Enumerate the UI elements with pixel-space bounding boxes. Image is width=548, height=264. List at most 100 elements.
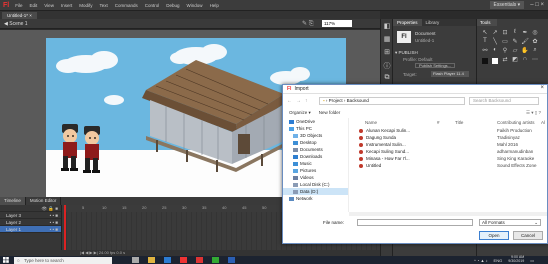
pencil-tool-icon[interactable]: ✎: [510, 38, 520, 45]
fill-color-icon[interactable]: [492, 58, 498, 64]
nav-item-documents[interactable]: Documents: [283, 146, 348, 153]
tray-icons[interactable]: ^ ◔ ▲ ♪: [474, 258, 488, 263]
open-button[interactable]: Open: [479, 231, 509, 240]
horizontal-scrollbar[interactable]: [349, 212, 547, 216]
forward-icon[interactable]: →: [296, 98, 301, 104]
flash-taskbar-icon[interactable]: [196, 257, 203, 263]
nav-item-data-drive[interactable]: Data (D:): [283, 188, 348, 195]
options-icon[interactable]: ⋯: [530, 56, 540, 66]
nav-item-videos[interactable]: Videos: [283, 174, 348, 181]
column-name[interactable]: Name: [365, 120, 377, 125]
nav-item-pictures[interactable]: Pictures: [283, 167, 348, 174]
deco-tool-icon[interactable]: ✿: [530, 38, 540, 45]
language-indicator[interactable]: ENG: [494, 258, 503, 263]
menu-insert[interactable]: Insert: [61, 3, 72, 8]
playback-controls[interactable]: |◀ ◀ ▶ ▶|: [80, 250, 99, 255]
menu-modify[interactable]: Modify: [79, 3, 92, 8]
paint-bucket-icon[interactable]: ◐: [490, 47, 500, 54]
color-icon[interactable]: ◧: [382, 22, 392, 32]
publish-section-header[interactable]: ▾ PUBLISH: [395, 50, 418, 56]
nav-item-this-pc[interactable]: This PC: [283, 125, 348, 132]
zoom-select[interactable]: 117%: [322, 20, 352, 27]
menu-control[interactable]: Control: [145, 3, 160, 8]
nav-item-desktop[interactable]: Desktop: [283, 139, 348, 146]
publish-settings-button[interactable]: Publish Settings...: [415, 63, 455, 68]
layer-row[interactable]: Layer 2 • • ■: [0, 219, 61, 226]
swap-colors-icon[interactable]: ⇄: [500, 56, 510, 66]
back-icon[interactable]: ←: [287, 98, 292, 104]
selection-tool-icon[interactable]: ↖: [480, 29, 490, 36]
layer-toggles[interactable]: • • ■: [50, 212, 58, 219]
align-icon[interactable]: ⊞: [382, 48, 392, 58]
file-row[interactable]: Alunan Kecapi Sulin... Faikih Production: [351, 127, 547, 134]
swatches-icon[interactable]: ▦: [382, 35, 392, 45]
free-transform-tool-icon[interactable]: ⊡: [500, 29, 510, 36]
file-row[interactable]: Minasa - How Far I'l... Sing King Karaoke: [351, 155, 547, 162]
workspace-switcher[interactable]: Essentials ▾: [489, 1, 525, 9]
menu-window[interactable]: Window: [187, 3, 203, 8]
target-select[interactable]: Flash Player 11.4: [431, 71, 469, 77]
menu-help[interactable]: Help: [210, 3, 219, 8]
transform-icon[interactable]: ⧉: [382, 74, 392, 84]
nav-item-music[interactable]: Music: [283, 160, 348, 167]
new-folder-button[interactable]: New folder: [319, 110, 341, 115]
layer-visibility-icons[interactable]: 👁 🔒 ■: [41, 205, 58, 212]
nav-item-network[interactable]: Network: [283, 195, 348, 202]
nav-item-onedrive[interactable]: OneDrive: [283, 118, 348, 125]
tab-tools[interactable]: Tools: [477, 19, 497, 26]
taskbar-search[interactable]: ○ Type here to search: [14, 256, 112, 264]
nav-item-local-disk[interactable]: Local Disk (C:): [283, 181, 348, 188]
black-white-icon[interactable]: ◩: [510, 56, 520, 66]
format-select[interactable]: All Formats ⌄: [479, 219, 541, 226]
nav-item-downloads[interactable]: Downloads: [283, 153, 348, 160]
layer-toggles[interactable]: • • ■: [50, 226, 58, 233]
excel-icon[interactable]: [212, 257, 219, 263]
bone-tool-icon[interactable]: ⚯: [480, 47, 490, 54]
pen-tool-icon[interactable]: ✒: [520, 29, 530, 36]
lasso-tool-icon[interactable]: ℓ: [510, 29, 520, 36]
address-bar[interactable]: ▪ › Project › Backsound: [319, 97, 465, 105]
tab-properties[interactable]: Properties: [393, 19, 422, 26]
zoom-tool-icon[interactable]: ⌕: [530, 47, 540, 54]
rectangle-tool-icon[interactable]: ▭: [500, 38, 510, 45]
organize-button[interactable]: Organize ▾: [289, 110, 311, 116]
task-view-icon[interactable]: [132, 257, 139, 263]
file-row[interactable]: Instrumental Sulin... Mahl 2016: [351, 141, 547, 148]
3d-rotation-tool-icon[interactable]: ◎: [530, 29, 540, 36]
menu-edit[interactable]: Edit: [30, 3, 38, 8]
stroke-color-icon[interactable]: [482, 58, 488, 64]
word-icon[interactable]: [228, 257, 235, 263]
windows-start-icon[interactable]: [0, 256, 12, 264]
eyedropper-icon[interactable]: ⚲: [500, 47, 510, 54]
column-artists[interactable]: Contributing artists: [497, 120, 535, 125]
layer-row-selected[interactable]: Layer 1 • • ■: [0, 226, 61, 233]
window-controls[interactable]: – □ ×: [530, 2, 544, 8]
edge-icon[interactable]: [164, 257, 171, 263]
playhead[interactable]: [64, 205, 66, 250]
menu-file[interactable]: File: [15, 3, 22, 8]
file-explorer-icon[interactable]: [148, 257, 155, 263]
close-icon[interactable]: ×: [540, 85, 544, 91]
dialog-titlebar[interactable]: Fl Import ×: [283, 85, 547, 94]
text-tool-icon[interactable]: T: [480, 38, 490, 45]
filename-input[interactable]: [357, 219, 473, 226]
clock[interactable]: 9:00 AM 9/30/2019: [508, 256, 524, 263]
info-icon[interactable]: ⓘ: [382, 61, 392, 71]
search-input[interactable]: Search Backsound: [469, 97, 539, 105]
edit-symbol-icon[interactable]: ✎ ⎘: [302, 20, 314, 28]
column-title[interactable]: Title: [455, 120, 463, 125]
document-tab[interactable]: Untitled-1* ×: [2, 11, 37, 19]
brush-tool-icon[interactable]: 🖌: [520, 38, 530, 45]
view-options-icon[interactable]: ☰ ▾ ▯ ?: [526, 110, 547, 116]
menu-debug[interactable]: Debug: [166, 3, 179, 8]
layer-row[interactable]: Layer 3 • • ■: [0, 212, 61, 219]
menu-view[interactable]: View: [44, 3, 54, 8]
file-row[interactable]: Dagung Sunda Tradisinyaz: [351, 134, 547, 141]
menu-commands[interactable]: Commands: [115, 3, 138, 8]
tab-timeline[interactable]: Timeline: [0, 197, 26, 205]
scene-label[interactable]: ◀ Scene 1: [4, 21, 28, 27]
tab-library[interactable]: Library: [422, 19, 444, 26]
tab-motion-editor[interactable]: Motion Editor: [26, 197, 62, 205]
subselection-tool-icon[interactable]: ↗: [490, 29, 500, 36]
up-icon[interactable]: ↑: [305, 98, 308, 104]
